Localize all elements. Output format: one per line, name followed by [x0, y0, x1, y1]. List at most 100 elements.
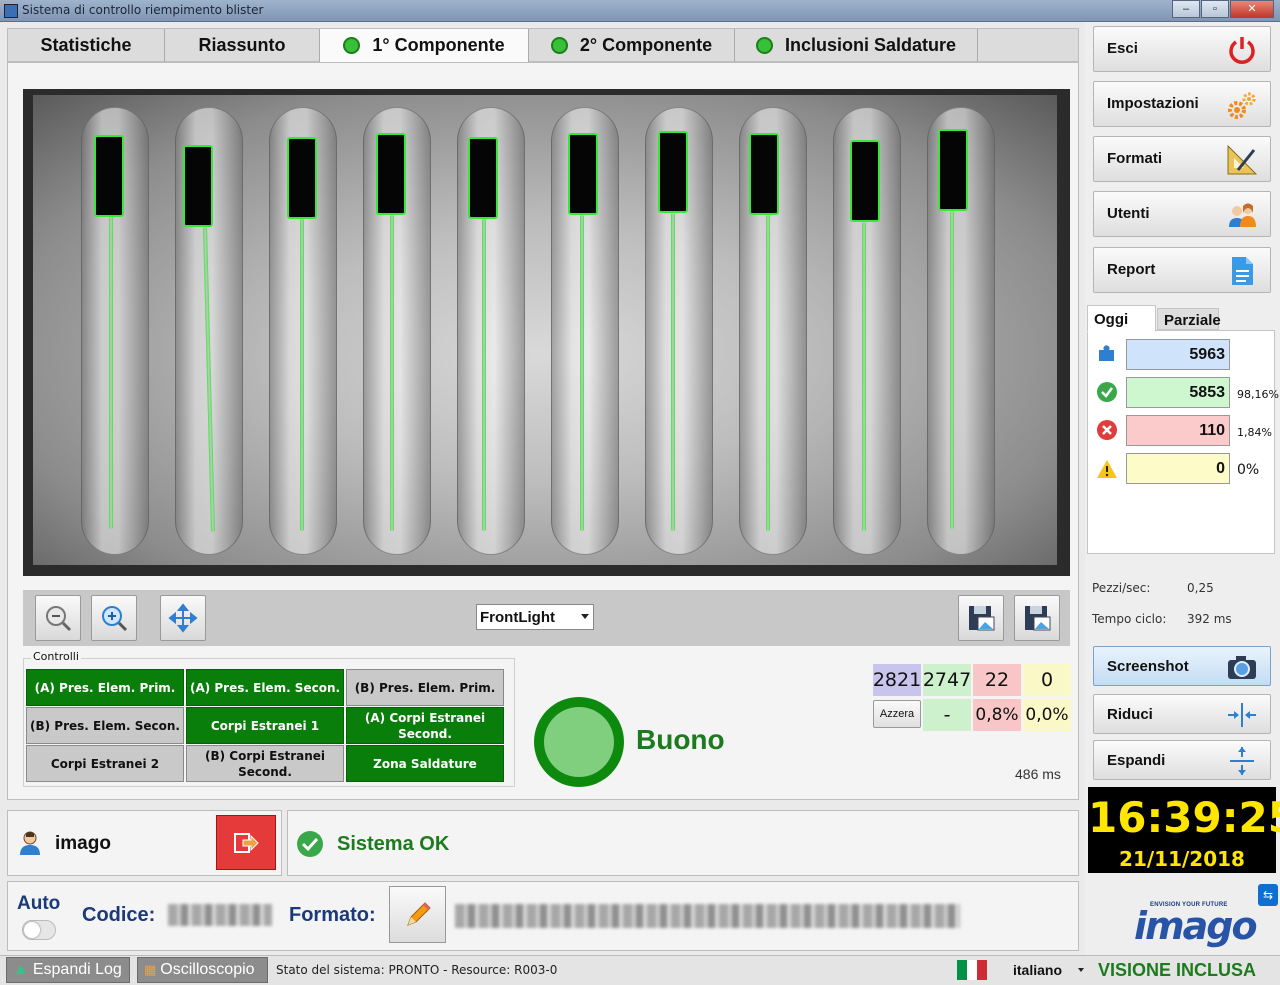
edit-format-button[interactable] [389, 886, 446, 943]
detected-cap [287, 137, 317, 219]
tab-oggi[interactable]: Oggi [1087, 305, 1156, 332]
detected-stick [862, 222, 866, 531]
reduce-button[interactable]: Riduci [1093, 694, 1271, 734]
gears-icon [1226, 89, 1258, 121]
tab-statistiche[interactable]: Statistiche [8, 29, 165, 62]
save-image-icon [969, 606, 995, 631]
fit-view-button[interactable] [160, 595, 206, 641]
control-cell: Corpi Estranei 2 [26, 745, 184, 782]
teamviewer-icon[interactable]: ⇆ [1258, 884, 1278, 906]
reset-button[interactable]: Azzera [873, 700, 921, 728]
detected-cap [94, 135, 124, 217]
detected-stick [671, 213, 675, 531]
inspection-time: 486 ms [1015, 766, 1061, 782]
detected-stick [390, 215, 394, 531]
cycle-time-label: Tempo ciclo: [1092, 612, 1167, 626]
light-select[interactable]: FrontLight [476, 604, 594, 630]
counter-warn-pct: 0,0% [1023, 699, 1071, 731]
zoom-in-icon [102, 606, 128, 632]
result-indicator [534, 697, 624, 787]
exit-button[interactable]: Esci [1093, 26, 1271, 72]
camera-image[interactable] [23, 89, 1070, 576]
detected-cap [183, 145, 213, 227]
tab-inclusioni-saldature[interactable]: Inclusioni Saldature [735, 29, 978, 62]
ruler-pencil-icon [1226, 144, 1258, 176]
expand-button[interactable]: Espandi [1093, 740, 1271, 780]
tab-1-componente[interactable]: 1° Componente [320, 29, 529, 63]
detected-stick [950, 211, 954, 529]
save-raw-image-button[interactable] [1014, 595, 1060, 641]
format-value-redacted [455, 904, 960, 928]
chevron-down-icon [581, 614, 589, 619]
detected-cap [658, 131, 688, 213]
logout-button[interactable] [216, 815, 276, 870]
screenshot-button[interactable]: Screenshot [1093, 646, 1271, 686]
control-cell: Zona Saldature [346, 745, 504, 782]
formats-button[interactable]: Formati [1093, 136, 1271, 182]
system-state-text: Stato del sistema: PRONTO - Resource: R0… [276, 963, 558, 977]
users-button[interactable]: Utenti [1093, 191, 1271, 237]
power-icon [1226, 34, 1258, 66]
stat-warn-pct: 0% [1237, 462, 1260, 478]
document-icon [1226, 255, 1258, 287]
counter-total: 2821 [873, 664, 921, 696]
detected-cap [749, 133, 779, 215]
warning-icon [1096, 458, 1118, 480]
tab-bar: Statistiche Riassunto 1° Componente 2° C… [7, 28, 1079, 63]
pencil-icon [406, 901, 431, 926]
controls-title: Controlli [31, 650, 81, 663]
tab-riassunto[interactable]: Riassunto [165, 29, 320, 62]
chevron-down-icon [1078, 968, 1084, 972]
chart-icon: ▦ [144, 962, 157, 977]
auto-label: Auto [17, 893, 61, 914]
counter-warn: 0 [1023, 664, 1071, 696]
detected-stick [766, 215, 770, 531]
control-cell: (B) Corpi Estranei Second. [186, 745, 344, 782]
users-icon [1226, 199, 1258, 231]
maximize-button[interactable]: ▫ [1201, 0, 1229, 18]
cycle-time-value: 392 ms [1187, 612, 1232, 626]
puzzle-icon [1096, 342, 1118, 364]
username: imago [55, 833, 111, 854]
check-circle-icon [297, 831, 323, 857]
zoom-out-button[interactable] [35, 595, 81, 641]
tab-parziale[interactable]: Parziale [1157, 308, 1221, 330]
zoom-in-button[interactable] [91, 595, 137, 641]
auto-toggle[interactable] [22, 920, 56, 940]
detected-cap [468, 137, 498, 219]
camera-icon [1226, 651, 1258, 683]
result-label: Buono [636, 724, 725, 755]
detected-stick [300, 219, 304, 531]
status-ok-icon [550, 37, 568, 54]
stat-bad: 110 [1126, 415, 1230, 446]
error-icon [1096, 419, 1118, 441]
minimize-button[interactable]: – [1172, 0, 1200, 18]
expand-log-button[interactable]: ▲ Espandi Log [6, 957, 130, 983]
control-cell: Corpi Estranei 1 [186, 707, 344, 744]
close-button[interactable]: ✕ [1230, 0, 1274, 18]
counter-bad: 22 [973, 664, 1021, 696]
move-arrows-icon [168, 603, 198, 633]
app-icon [4, 4, 18, 18]
language-select[interactable]: italiano [1013, 962, 1062, 978]
blister-tray [33, 95, 1057, 565]
save-image-button[interactable] [958, 595, 1004, 641]
control-cell: (A) Pres. Elem. Prim. [26, 669, 184, 706]
detected-cap [938, 129, 968, 211]
window-title: Sistema di controllo riempimento blister [22, 3, 264, 17]
code-label: Codice: [82, 904, 156, 926]
report-button[interactable]: Report [1093, 247, 1271, 293]
status-ok-icon [755, 37, 773, 54]
settings-button[interactable]: Impostazioni [1093, 81, 1271, 127]
logout-icon [234, 832, 259, 853]
stat-good: 5853 [1126, 377, 1230, 408]
title-bar: Sistema di controllo riempimento blister… [0, 0, 1280, 22]
format-label: Formato: [289, 904, 376, 926]
stat-total: 5963 [1126, 339, 1230, 370]
oscilloscope-button[interactable]: ▦ Oscilloscopio [137, 957, 268, 983]
tab-2-componente[interactable]: 2° Componente [529, 29, 735, 62]
status-ok-icon [343, 37, 361, 54]
detected-stick [109, 217, 113, 529]
system-status: Sistema OK [337, 833, 450, 855]
save-image-icon [1025, 606, 1051, 631]
